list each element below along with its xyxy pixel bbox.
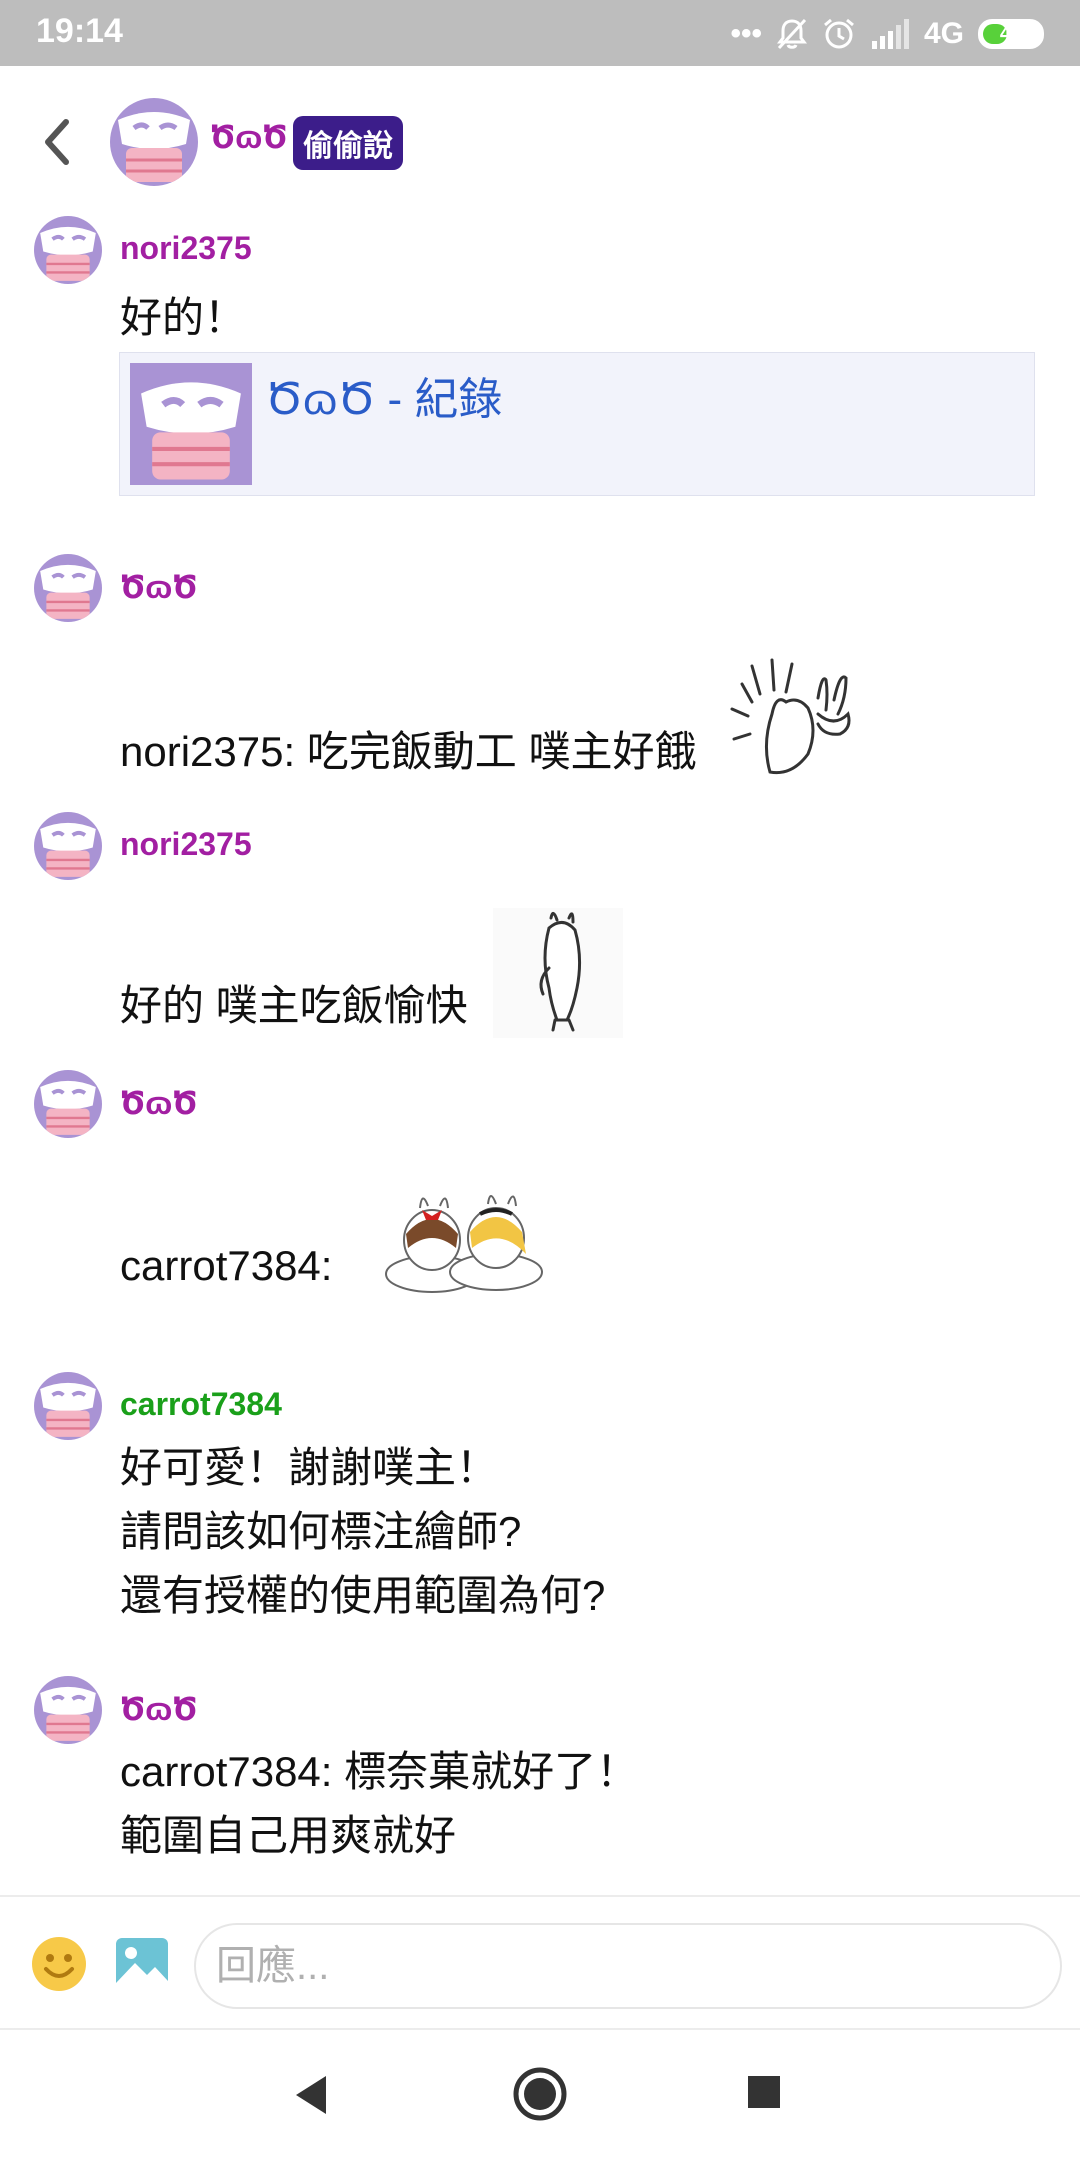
- message-author[interactable]: nori2375: [120, 230, 252, 267]
- message-author[interactable]: ԾɷԾ: [120, 1690, 197, 1728]
- message-line: nori2375: 吃完飯動工 噗主好餓: [120, 728, 697, 775]
- alarm-icon: [824, 18, 854, 49]
- battery-icon: 40: [978, 19, 1044, 49]
- message-text: 好可愛！謝謝噗主！ 請問該如何標注繪師? 還有授權的使用範圍為何?: [120, 1436, 605, 1628]
- message-author[interactable]: ԾɷԾ: [120, 1084, 197, 1122]
- bell-off-icon: [776, 18, 807, 50]
- message-text: 好的 噗主吃飯愉快: [120, 908, 624, 1038]
- message-author[interactable]: nori2375: [120, 826, 252, 863]
- avatar[interactable]: [34, 1676, 102, 1744]
- message-line: carrot7384: 標奈菓就好了！: [120, 1748, 639, 1795]
- message-author[interactable]: ԾɷԾ: [120, 568, 197, 606]
- avatar[interactable]: [34, 1372, 102, 1440]
- message-line: 好可愛！謝謝噗主！: [120, 1444, 499, 1491]
- message-line: carrot7384:: [120, 1242, 333, 1289]
- more-dots-icon: •••: [730, 17, 762, 50]
- battery-text: 40: [999, 22, 1023, 45]
- rabbit-wave-sticker[interactable]: [722, 654, 862, 784]
- link-card[interactable]: ԾɷԾ - 紀錄: [119, 352, 1035, 496]
- nav-recent-icon[interactable]: [746, 2074, 782, 2110]
- nav-back-icon[interactable]: [290, 2072, 336, 2118]
- message-item: ԾɷԾ carrot7384:: [0, 1070, 1080, 1330]
- message-line: 請問該如何標注繪師?: [120, 1508, 522, 1555]
- status-time: 19:14: [36, 12, 123, 50]
- message-line: 還有授權的使用範圍為何?: [120, 1572, 606, 1619]
- message-text: nori2375: 吃完飯動工 噗主好餓: [120, 654, 862, 784]
- message-line: 範圍自己用爽就好: [120, 1812, 457, 1859]
- avatar[interactable]: [34, 812, 102, 880]
- message-line: 好的！: [120, 294, 247, 341]
- anonymous-badge: 偷偷說: [293, 116, 403, 170]
- message-item: ԾɷԾ carrot7384: 標奈菓就好了！ 範圍自己用爽就好: [0, 1676, 1080, 1896]
- message-item: ԾɷԾ nori2375: 吃完飯動工 噗主好餓: [0, 554, 1080, 775]
- message-item: nori2375 好的！ ԾɷԾ - 紀錄: [0, 216, 1080, 516]
- image-icon[interactable]: [113, 1935, 171, 1993]
- message-text: 好的！: [120, 286, 246, 350]
- message-item: carrot7384 好可愛！謝謝噗主！ 請問該如何標注繪師? 還有授權的使用範…: [0, 1372, 1080, 1632]
- message-author[interactable]: carrot7384: [120, 1386, 282, 1423]
- avatar[interactable]: [34, 1070, 102, 1138]
- message-text: carrot7384:: [120, 1188, 550, 1298]
- avatar[interactable]: [110, 98, 198, 186]
- status-bar: 19:14 ••• 4G 40: [0, 0, 1080, 66]
- emoji-icon[interactable]: [30, 1935, 88, 1993]
- link-title[interactable]: ԾɷԾ - 紀錄: [265, 363, 502, 427]
- message-line: 好的 噗主吃飯愉快: [120, 982, 468, 1029]
- message-list[interactable]: nori2375 好的！ ԾɷԾ - 紀錄 ԾɷԾ nori2375: 吃完飯動…: [0, 216, 1080, 1896]
- reply-input[interactable]: [194, 1923, 1062, 2009]
- message-text: carrot7384: 標奈菓就好了！ 範圍自己用爽就好: [120, 1740, 638, 1868]
- chat-header: ԾɷԾ 偷偷說: [0, 66, 1080, 216]
- link-thumbnail: [130, 363, 252, 485]
- avatar[interactable]: [34, 554, 102, 622]
- signal-icon: [871, 19, 909, 49]
- reply-composer: [0, 1895, 1080, 2030]
- system-nav-bar: [0, 2030, 1080, 2160]
- status-icons: ••• 4G 40: [730, 12, 1044, 56]
- header-name[interactable]: ԾɷԾ: [210, 118, 287, 156]
- rabbit-walk-sticker[interactable]: [493, 908, 624, 1038]
- avatar[interactable]: [34, 216, 102, 284]
- two-bunnies-sticker[interactable]: [380, 1188, 550, 1298]
- network-label: 4G: [923, 17, 964, 50]
- message-item: nori2375 好的 噗主吃飯愉快: [0, 812, 1080, 1038]
- back-arrow-icon[interactable]: [28, 112, 88, 172]
- nav-home-icon[interactable]: [512, 2066, 568, 2122]
